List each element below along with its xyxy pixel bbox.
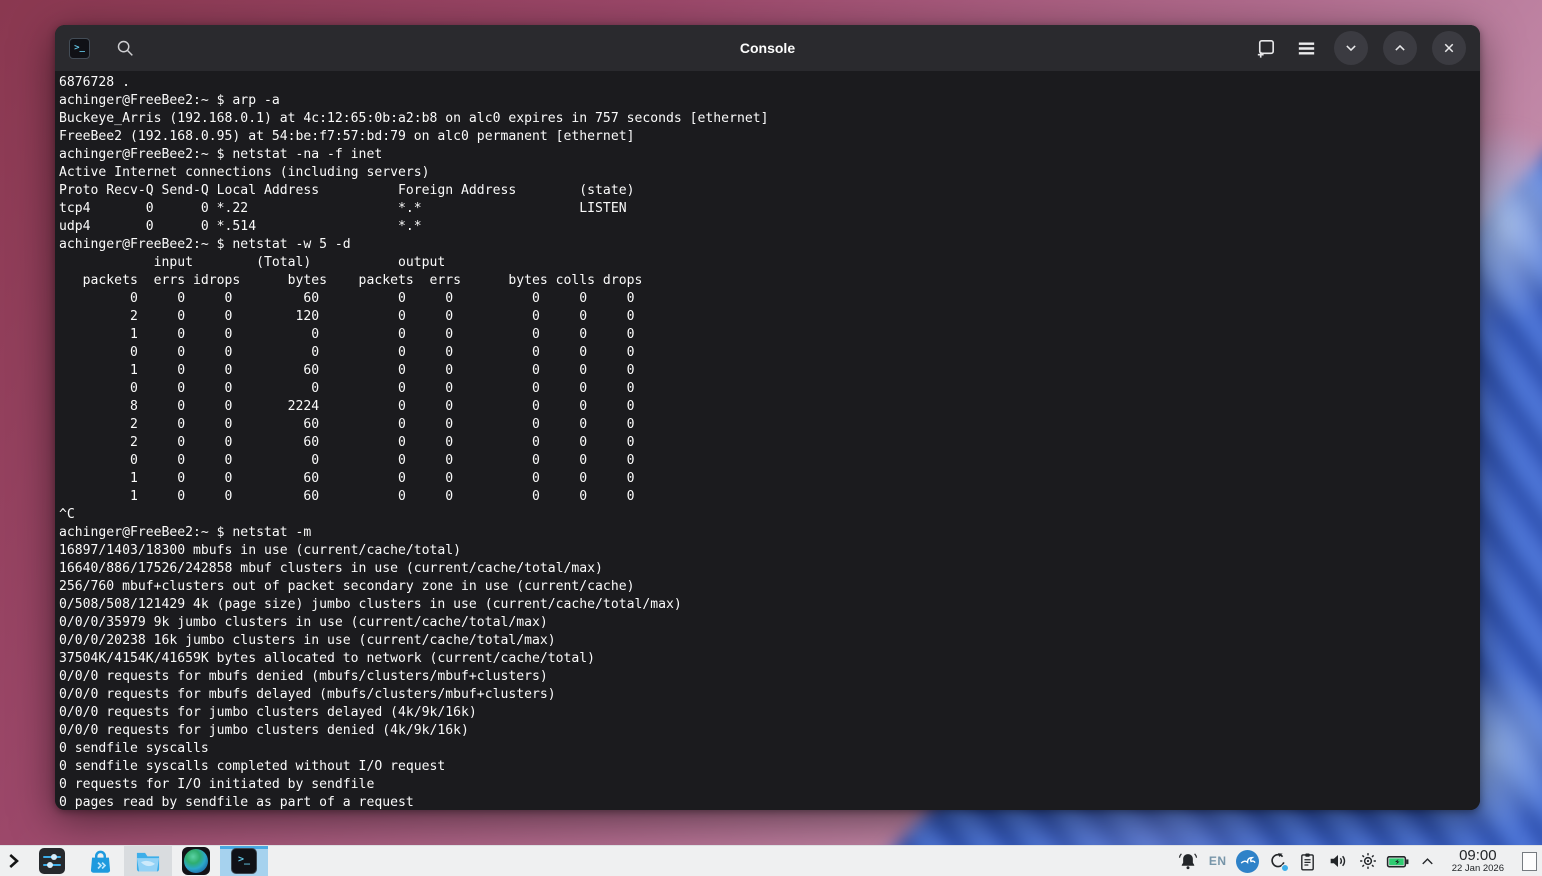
new-tab-icon[interactable]: [1252, 35, 1278, 61]
chevron-up-icon: [1418, 852, 1437, 871]
discover-bag-icon: [87, 848, 114, 875]
show-desktop-button[interactable]: [1522, 852, 1537, 871]
minimize-button[interactable]: [1334, 31, 1368, 65]
file-manager-task-button[interactable]: [124, 846, 172, 876]
battery-button[interactable]: [1384, 846, 1412, 876]
close-icon: [1439, 38, 1459, 58]
brightness-button[interactable]: [1354, 846, 1382, 876]
globe-icon: [182, 847, 210, 875]
clock-time: 09:00: [1459, 848, 1497, 863]
folder-icon: [134, 847, 162, 875]
chevron-right-icon: [5, 852, 23, 870]
battery-icon: [1385, 849, 1410, 874]
sun-icon: [1357, 850, 1379, 872]
tray-expander-button[interactable]: [1414, 846, 1442, 876]
speaker-icon: [1327, 850, 1349, 872]
system-tray: EN: [1174, 846, 1442, 876]
web-browser-button[interactable]: [172, 846, 220, 876]
clipboard-button[interactable]: [1294, 846, 1322, 876]
console-icon: >_: [231, 848, 257, 874]
console-window: >_ Console: [55, 25, 1480, 810]
bell-icon: [1177, 850, 1199, 872]
konsole-app-icon: >_: [69, 38, 90, 59]
clipboard-icon: [1297, 851, 1318, 872]
volume-button[interactable]: [1324, 846, 1352, 876]
keyboard-layout-indicator: EN: [1209, 854, 1227, 868]
close-button[interactable]: [1432, 31, 1466, 65]
menu-icon[interactable]: [1293, 35, 1319, 61]
maximize-button[interactable]: [1383, 31, 1417, 65]
system-settings-icon: [39, 848, 65, 874]
taskbar: >_ EN: [0, 845, 1542, 876]
desktop: >_ Console: [0, 0, 1542, 876]
software-updates-button[interactable]: [1264, 846, 1292, 876]
notifications-button[interactable]: [1174, 846, 1202, 876]
keyboard-layout-button[interactable]: EN: [1204, 846, 1232, 876]
clock-date: 22 Jan 2026: [1452, 863, 1504, 874]
console-task-button[interactable]: >_: [220, 846, 268, 876]
update-badge: [1281, 864, 1289, 872]
search-icon[interactable]: [112, 35, 138, 61]
panel-expand-button[interactable]: [0, 846, 28, 876]
bird-messenger-tray-button[interactable]: [1234, 846, 1262, 876]
chevron-up-icon: [1390, 38, 1410, 58]
window-titlebar[interactable]: >_ Console: [55, 25, 1480, 71]
chevron-down-icon: [1341, 38, 1361, 58]
system-settings-button[interactable]: [28, 846, 76, 876]
terminal-output[interactable]: 6876728 . achinger@FreeBee2:~ $ arp -a B…: [55, 71, 1480, 810]
bird-icon: [1236, 850, 1259, 873]
taskbar-spacer: [268, 846, 1174, 876]
clock[interactable]: 09:00 22 Jan 2026: [1442, 846, 1514, 876]
discover-button[interactable]: [76, 846, 124, 876]
